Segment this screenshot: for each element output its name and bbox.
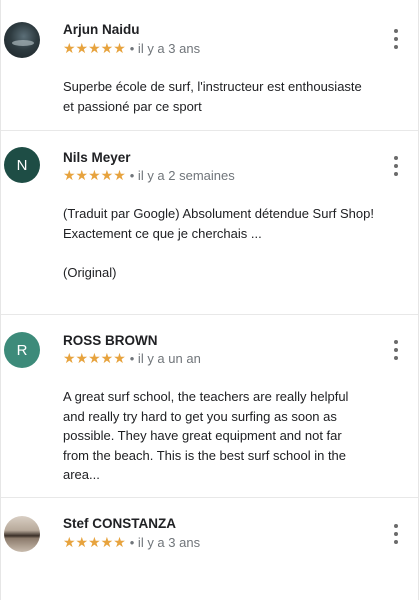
divider: [1, 497, 418, 498]
review-time: • il y a 3 ans: [129, 41, 201, 56]
review-meta: ★★★★★ • il y a 3 ans: [63, 534, 200, 551]
more-vert-icon[interactable]: [392, 340, 400, 360]
avatar-letter: N: [16, 156, 28, 174]
review-meta: ★★★★★ • il y a 2 semaines: [63, 167, 235, 184]
more-vert-icon[interactable]: [392, 524, 400, 544]
reviewer-name[interactable]: Nils Meyer: [63, 150, 131, 165]
review-text: A great surf school, the teachers are re…: [63, 389, 349, 482]
review-text: Superbe école de surf, l'instructeur est…: [63, 79, 362, 114]
review-time: • il y a 2 semaines: [129, 168, 235, 183]
star-rating: ★★★★★: [63, 350, 126, 366]
review-meta: ★★★★★ • il y a un an: [63, 350, 201, 367]
avatar-letter: R: [16, 341, 28, 359]
divider: [1, 314, 418, 315]
star-rating: ★★★★★: [63, 40, 126, 56]
avatar-stef-constanza[interactable]: [4, 516, 40, 552]
reviews-list: Arjun Naidu ★★★★★ • il y a 3 ans Superbe…: [0, 0, 419, 600]
star-rating: ★★★★★: [63, 534, 126, 550]
more-vert-icon[interactable]: [392, 29, 400, 49]
reviewer-name[interactable]: ROSS BROWN: [63, 333, 158, 348]
review-meta: ★★★★★ • il y a 3 ans: [63, 40, 200, 57]
divider: [1, 130, 418, 131]
reviewer-name[interactable]: Arjun Naidu: [63, 22, 140, 37]
review-time: • il y a 3 ans: [129, 535, 201, 550]
more-vert-icon[interactable]: [392, 156, 400, 176]
review-text: (Traduit par Google) Absolument détendue…: [63, 206, 374, 280]
review-time: • il y a un an: [129, 351, 201, 366]
reviewer-name[interactable]: Stef CONSTANZA: [63, 516, 176, 531]
avatar-arjun-naidu[interactable]: [4, 22, 40, 58]
star-rating: ★★★★★: [63, 167, 126, 183]
avatar-ross-brown[interactable]: R: [4, 332, 40, 368]
avatar-nils-meyer[interactable]: N: [4, 147, 40, 183]
